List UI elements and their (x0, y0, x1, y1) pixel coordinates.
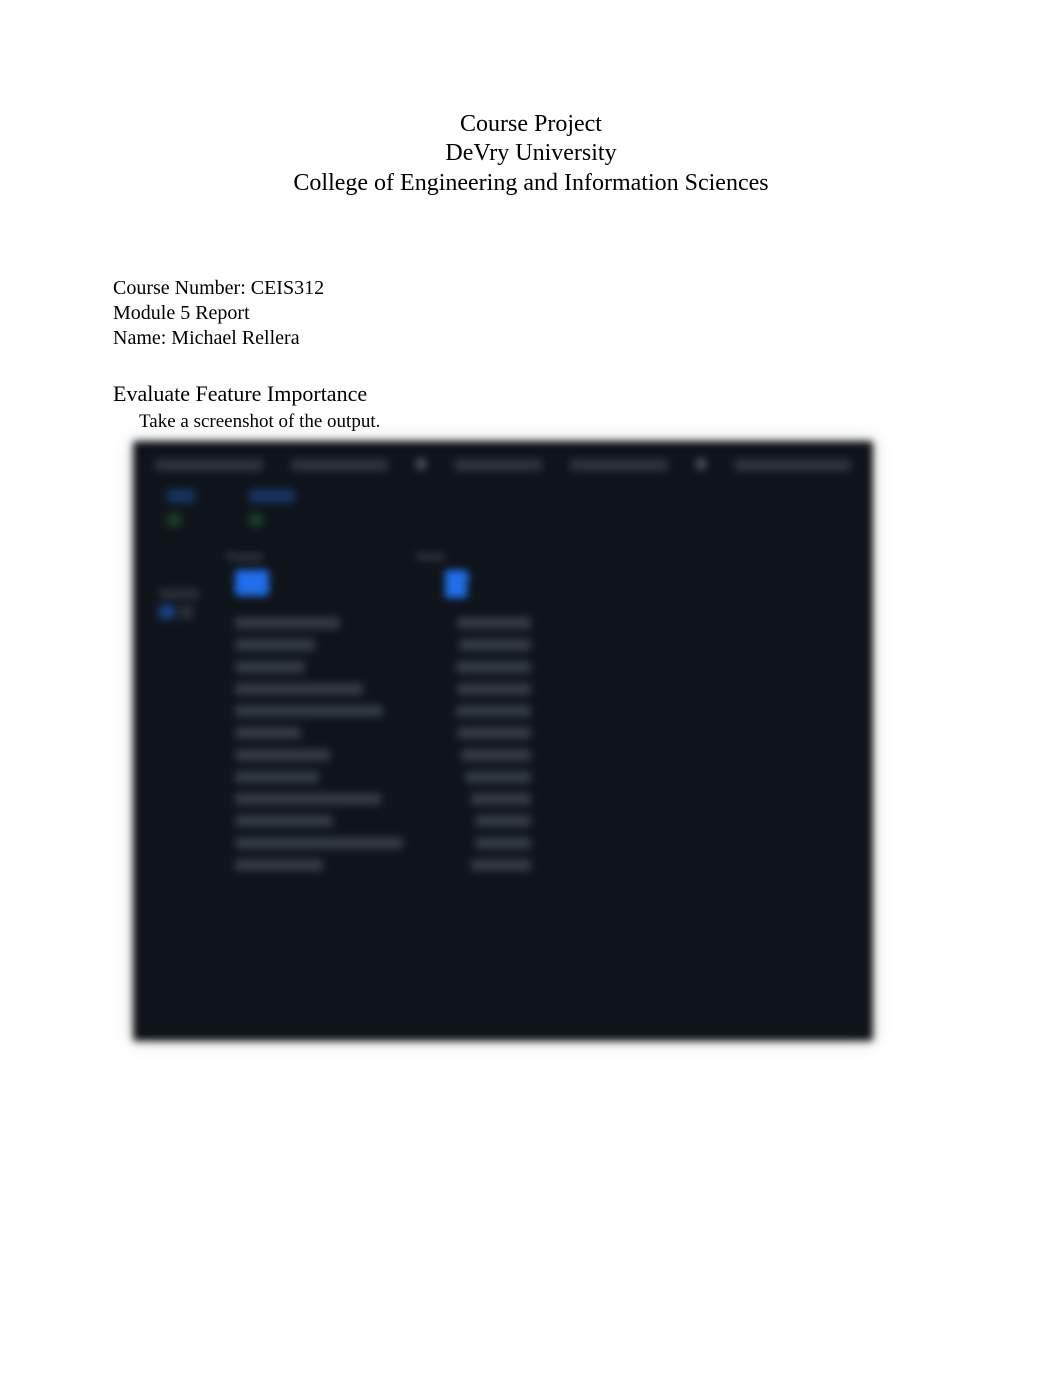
screenshot-badges (155, 489, 851, 527)
document-header: Course Project DeVry University College … (113, 110, 949, 198)
table-row (155, 722, 851, 744)
header-feature: Feature (227, 549, 417, 564)
feature-table (155, 612, 851, 876)
table-row (155, 854, 851, 876)
meta-block: Course Number: CEIS312 Module 5 Report N… (113, 276, 949, 352)
table-row (155, 678, 851, 700)
table-headers: Feature Score (155, 549, 851, 564)
screenshot-tabs (155, 459, 851, 471)
table-row (155, 744, 851, 766)
table-row (155, 832, 851, 854)
table-row (155, 656, 851, 678)
sidebar-bits (159, 589, 199, 619)
icon-row (155, 570, 851, 598)
folder-icon (235, 570, 269, 596)
instruction-text: Take a screenshot of the output. (113, 411, 949, 433)
course-number: Course Number: CEIS312 (113, 276, 949, 301)
student-name: Name: Michael Rellera (113, 326, 949, 351)
title: Course Project (113, 110, 949, 139)
output-screenshot: Feature Score (133, 441, 873, 1041)
header-score: Score (417, 549, 507, 564)
university: DeVry University (113, 139, 949, 168)
table-row (155, 788, 851, 810)
file-icon (445, 570, 467, 598)
college: College of Engineering and Information S… (113, 169, 949, 198)
table-row (155, 700, 851, 722)
module-report: Module 5 Report (113, 301, 949, 326)
table-row (155, 766, 851, 788)
table-row (155, 612, 851, 634)
section-title: Evaluate Feature Importance (113, 381, 949, 407)
table-row (155, 634, 851, 656)
table-row (155, 810, 851, 832)
